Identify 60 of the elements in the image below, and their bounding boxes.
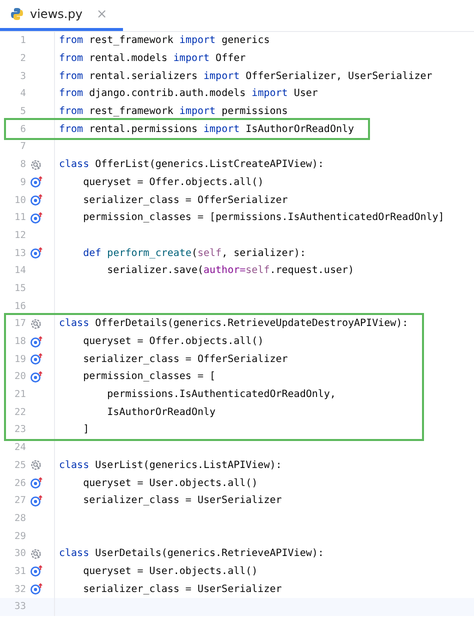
code-line: class OfferList(generics.ListCreateAPIView): [59, 159, 324, 170]
line-number: 11 [14, 212, 26, 224]
python-icon [10, 7, 24, 21]
line-number: 20 [14, 371, 26, 382]
code-line: from rest_framework import generics [59, 35, 270, 46]
code-line: from django.contrib.auth.models import User [59, 88, 318, 100]
line-number: 29 [14, 530, 26, 542]
code-line: serializer_class = OfferSerializer [82, 354, 288, 365]
code-line: queryset = Offer.objects.all() [82, 176, 264, 188]
line-number: 30 [14, 548, 26, 560]
code-line: permission_classes = [permissions.IsAuthenticatedOrReadOnly] [82, 212, 444, 224]
code-line: IsAuthorOrReadOnly [106, 406, 216, 418]
line-number: 6 [19, 124, 26, 135]
code-line: permissions.IsAuthenticatedOrReadOnly, [106, 389, 336, 400]
line-number: 12 [14, 230, 26, 241]
line-number: 19 [14, 354, 26, 365]
line-number: 16 [14, 300, 26, 312]
line-number: 14 [14, 265, 26, 276]
line-number: 2 [19, 53, 26, 64]
code-line: def perform_create(self, serializer): [82, 248, 306, 259]
code-line: permission_classes = [ [82, 371, 216, 382]
code-line: from rental.serializers import OfferSerializer, UserSerializer [59, 70, 432, 82]
code-line: serializer_class = UserSerializer [82, 584, 282, 595]
line-number: 21 [14, 389, 26, 400]
line-number: 22 [14, 406, 26, 418]
code-line: class UserList(generics.ListAPIView): [59, 460, 282, 471]
code-line: class UserDetails(generics.RetrieveAPIView): [59, 548, 324, 560]
line-number: 18 [14, 336, 26, 348]
line-number: 25 [14, 460, 26, 471]
code-line: queryset = User.objects.all() [82, 478, 258, 489]
line-number: 23 [14, 424, 26, 436]
line-number: 28 [14, 512, 26, 524]
code-line: from rest_framework import permissions [59, 106, 288, 118]
code-line: serializer_class = OfferSerializer [82, 194, 288, 206]
line-number: 9 [19, 176, 26, 188]
line-number: 13 [14, 248, 26, 259]
code-line: serializer.save(author=self.request.user) [106, 265, 354, 276]
line-number: 32 [14, 584, 26, 595]
line-number: 4 [19, 88, 26, 100]
line-number: 15 [14, 282, 26, 294]
line-number: 10 [14, 194, 26, 206]
code-line: serializer_class = UserSerializer [82, 495, 282, 506]
line-number: 1 [19, 35, 26, 46]
file-tab[interactable]: views.py × [0, 0, 124, 31]
line-number: 7 [19, 141, 26, 152]
line-number: 5 [19, 106, 26, 118]
code-line: from rental.permissions import IsAuthorOrReadOnly [59, 124, 354, 135]
line-number: 27 [14, 495, 26, 506]
code-line: class OfferDetails(generics.RetrieveUpdateDestroyAPIView): [59, 318, 408, 330]
code-line: from rental.models import Offer [59, 53, 246, 64]
line-number: 33 [14, 601, 26, 612]
code-line: ] [82, 424, 90, 436]
line-number: 31 [14, 566, 26, 577]
code-line: queryset = Offer.objects.all() [82, 336, 264, 348]
line-number: 24 [14, 442, 26, 454]
code-line: queryset = User.objects.all() [82, 566, 258, 577]
line-number: 8 [19, 159, 26, 170]
line-number: 3 [19, 70, 26, 82]
line-number: 17 [14, 318, 26, 330]
line-number: 26 [14, 478, 26, 489]
